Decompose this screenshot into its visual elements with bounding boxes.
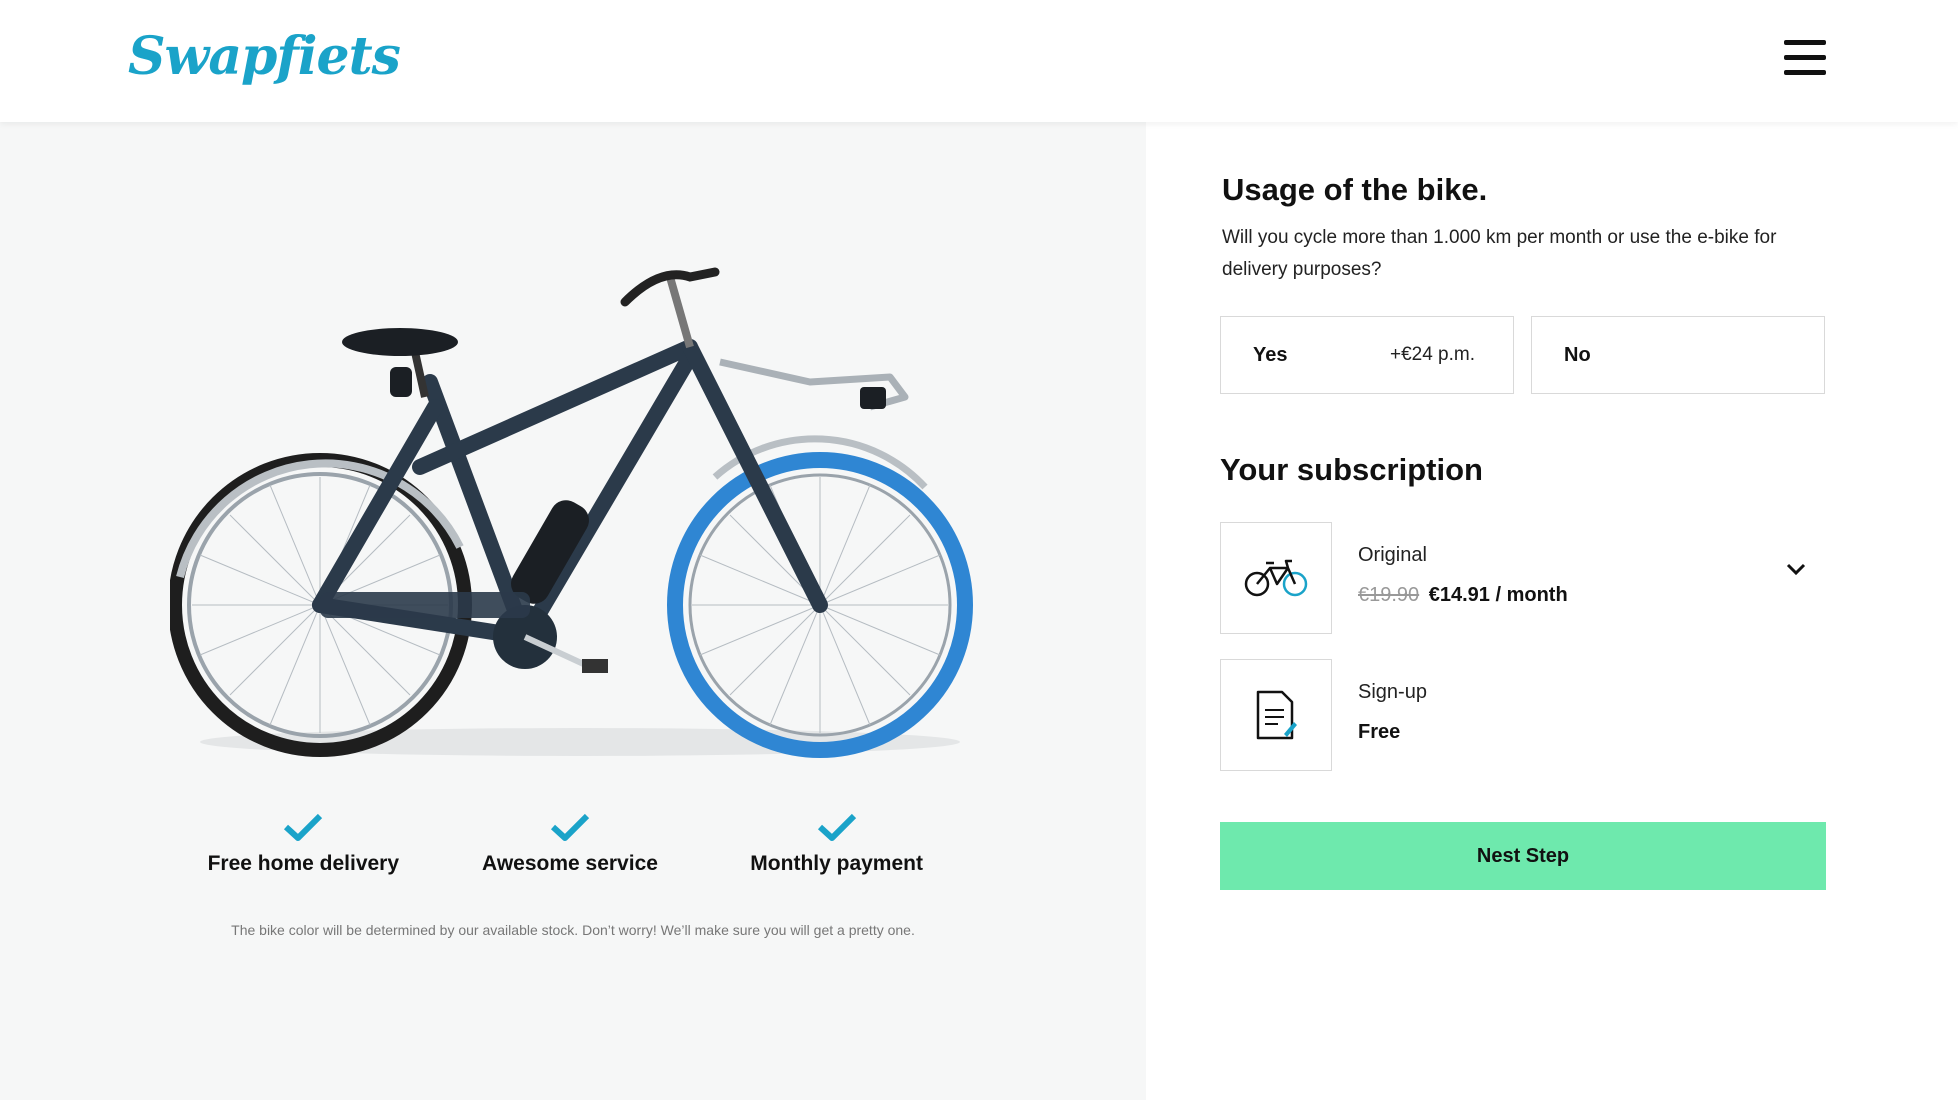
plan-old-price: €19.90: [1358, 584, 1420, 606]
feature-item: Monthly payment: [712, 812, 962, 876]
subscription-plan-dropdown[interactable]: Original €19.90 €14.91 / month: [1220, 522, 1826, 634]
plan-name: Original: [1358, 544, 1427, 566]
feature-item: Awesome service: [445, 812, 695, 876]
signup-label: Sign-up: [1358, 681, 1427, 703]
checkmark-icon: [817, 813, 856, 841]
hamburger-menu-icon[interactable]: [1784, 40, 1826, 76]
usage-title: Usage of the bike.: [1222, 172, 1488, 207]
signup-fee-row: Sign-up Free: [1220, 659, 1826, 771]
header: Swapfiets: [0, 0, 1958, 122]
subscription-title: Your subscription: [1220, 452, 1483, 487]
plan-icon-box: [1220, 522, 1332, 634]
document-icon: [1256, 690, 1297, 740]
usage-no-option[interactable]: No: [1531, 316, 1825, 394]
feature-item: Free home delivery: [178, 812, 428, 876]
plan-current-price: €14.91 / month: [1428, 584, 1568, 606]
bicycle-icon: [1244, 559, 1308, 597]
checkmark-icon: [550, 813, 590, 841]
chevron-down-icon[interactable]: [1786, 562, 1806, 576]
product-panel: Free home delivery Awesome service Month…: [0, 122, 1146, 1100]
usage-description: Will you cycle more than 1.000 km per mo…: [1222, 227, 1777, 280]
plan-price: €19.90 €14.91 / month: [1358, 584, 1568, 607]
swapfiets-logo[interactable]: Swapfiets: [128, 26, 401, 87]
feature-label: Free home delivery: [207, 852, 400, 875]
signup-icon-box: [1220, 659, 1332, 771]
usage-yes-option[interactable]: Yes +€24 p.m.: [1220, 316, 1514, 394]
feature-label: Awesome service: [482, 852, 658, 875]
feature-label: Monthly payment: [750, 852, 923, 875]
checkmark-icon: [284, 813, 323, 841]
option-price: +€24 p.m.: [1389, 344, 1475, 365]
configurator-panel: Usage of the bike. Will you cycle more t…: [1146, 122, 1958, 1100]
option-label: No: [1564, 344, 1591, 366]
next-step-button[interactable]: Nest Step: [1220, 822, 1826, 890]
feature-list: Free home delivery Awesome service Month…: [170, 812, 970, 876]
signup-price: Free: [1358, 721, 1401, 743]
stock-note: The bike color will be determined by our…: [231, 922, 915, 938]
option-label: Yes: [1253, 344, 1288, 366]
bike-image: [170, 267, 973, 758]
